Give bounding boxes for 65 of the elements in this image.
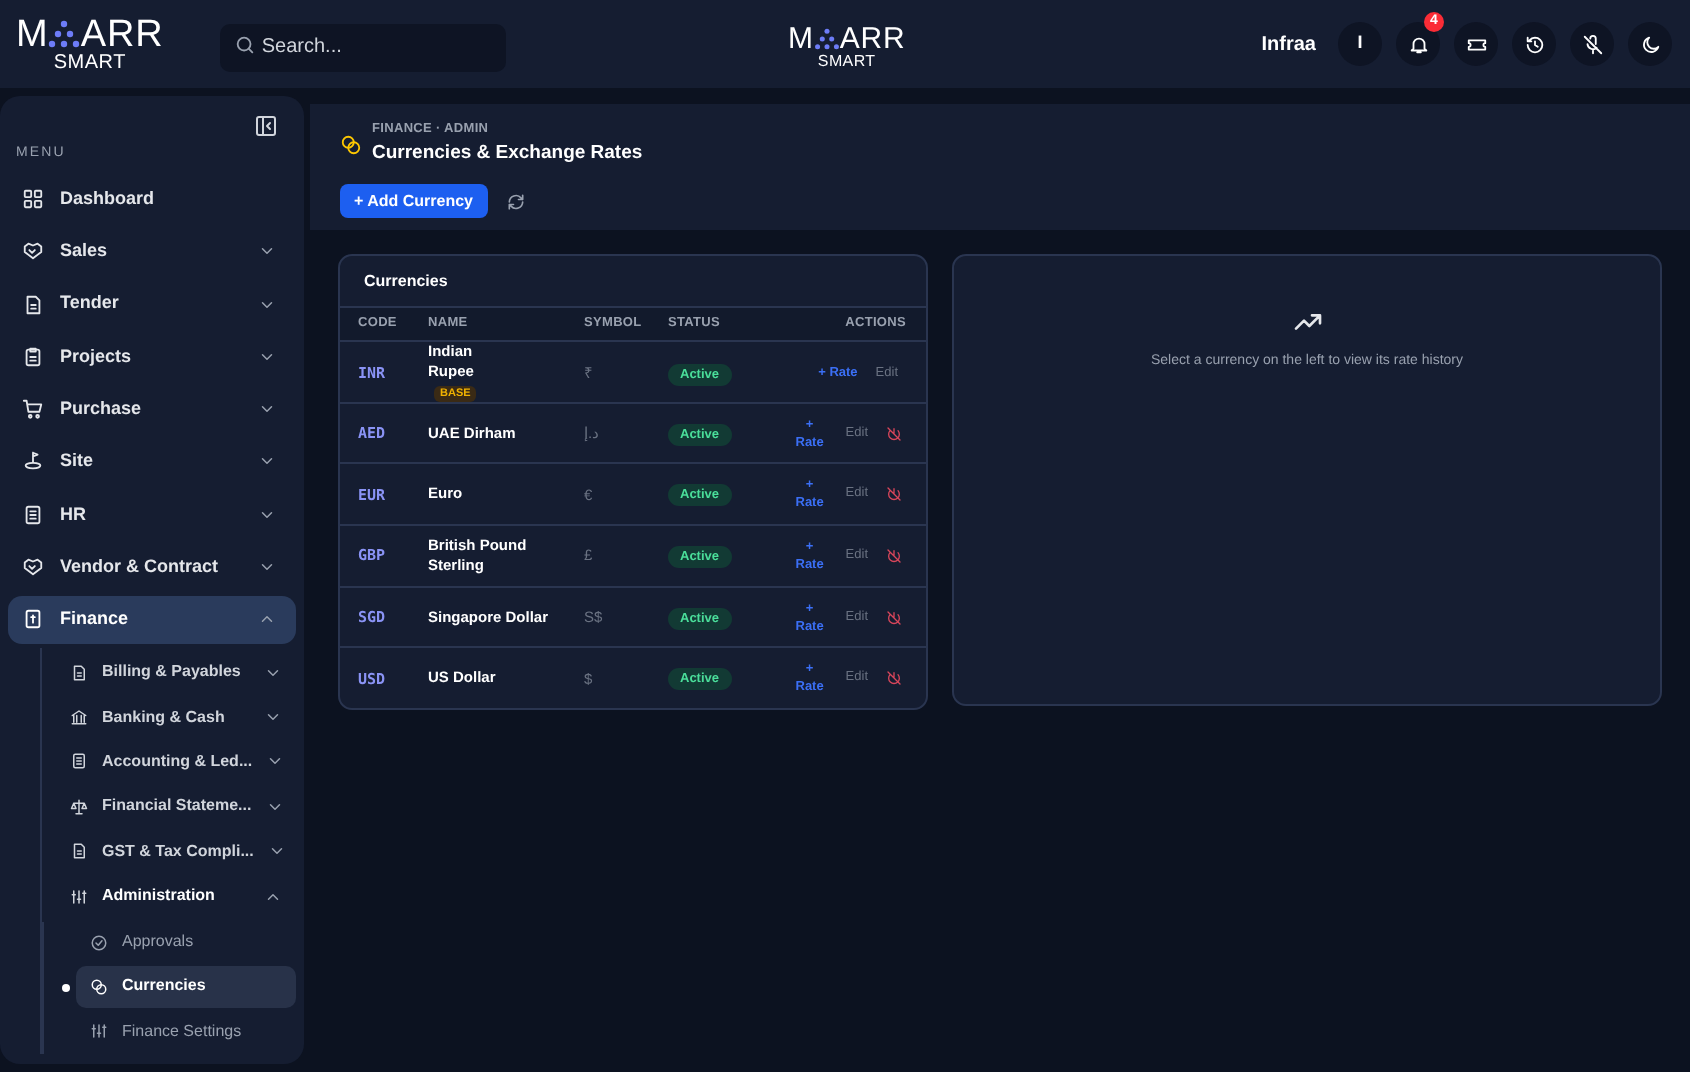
book-icon [70, 752, 88, 771]
moon-button[interactable] [1628, 22, 1672, 66]
history-icon [1523, 33, 1545, 55]
document-icon [70, 842, 88, 861]
sidebar-item[interactable]: Tender [8, 280, 296, 329]
avatar[interactable]: I [1338, 22, 1382, 66]
moon-icon [1639, 33, 1661, 55]
logo-text: M [788, 24, 814, 54]
microphone-off-icon [1581, 33, 1603, 55]
search-icon [233, 33, 256, 55]
coins-icon [90, 977, 108, 996]
bell-icon [1407, 33, 1429, 55]
sidebar-item[interactable]: Dashboard [8, 175, 296, 223]
document-icon [70, 663, 88, 682]
clipboard-icon [22, 345, 44, 368]
refresh-button[interactable] [505, 191, 525, 211]
sidebar-item[interactable]: Purchase [8, 385, 296, 434]
triangle-dots-icon [48, 20, 81, 48]
sliders-icon [90, 1022, 108, 1041]
flag-icon [22, 450, 44, 473]
sidebar-item[interactable]: Projects [8, 332, 296, 381]
ticket-button[interactable] [1454, 22, 1498, 66]
deactivate-button[interactable] [886, 486, 902, 503]
sidebar-subitem[interactable]: GST & Tax Compli... [62, 831, 296, 872]
deactivate-button[interactable] [886, 670, 902, 687]
microphone-off-button[interactable] [1570, 22, 1614, 66]
deactivate-button[interactable] [886, 425, 902, 442]
add-currency-button[interactable]: + Add Currency [340, 184, 487, 218]
sidebar-subitem[interactable]: Approvals [76, 921, 296, 964]
document-icon [22, 293, 44, 316]
sidebar-item[interactable]: Sales [8, 227, 296, 276]
triangle-dots-icon [813, 28, 840, 50]
sidebar-subitem[interactable]: Financial Stateme... [62, 786, 296, 827]
search-field[interactable]: Search... [219, 23, 506, 71]
deactivate-button[interactable] [886, 609, 902, 626]
grid-icon [22, 188, 44, 210]
sidebar-subitem[interactable]: Banking & Cash [62, 697, 296, 738]
bank-icon [70, 708, 88, 727]
logo-subtitle: SMART [817, 54, 876, 70]
deactivate-button[interactable] [886, 547, 902, 564]
coins-icon [340, 133, 362, 155]
history-button[interactable] [1512, 22, 1556, 66]
sidebar-item[interactable]: Site [8, 437, 296, 486]
check-circle-icon [90, 933, 108, 952]
book-icon [22, 503, 44, 526]
sidebar-subitem[interactable]: Accounting & Led... [62, 741, 296, 782]
sidebar-subitem[interactable]: Finance Settings [76, 1010, 296, 1053]
sidebar-subitem[interactable]: Billing & Payables [62, 652, 296, 693]
user-name: Infraa [1261, 31, 1316, 59]
scale-icon [70, 797, 88, 816]
sidebar-item[interactable]: Vendor & Contract [8, 543, 296, 592]
sidebar-item[interactable]: HR [8, 490, 296, 539]
card-title: Currencies [362, 269, 450, 293]
page-title: Currencies & Exchange Rates [372, 139, 643, 168]
collapse-sidebar-button[interactable] [254, 114, 278, 138]
logo-text: ARR [839, 24, 906, 54]
sliders-icon [70, 887, 88, 906]
logo-text: M [16, 15, 49, 53]
bell-button[interactable] [1396, 22, 1440, 66]
cart-icon [22, 398, 44, 421]
logo-text: ARR [80, 15, 164, 53]
sidebar-item[interactable]: Finance [8, 595, 296, 644]
logo-subtitle: SMART [53, 53, 126, 73]
sidebar-subitem[interactable]: Administration [62, 876, 296, 917]
sidebar-subitem[interactable]: Currencies [76, 965, 296, 1008]
